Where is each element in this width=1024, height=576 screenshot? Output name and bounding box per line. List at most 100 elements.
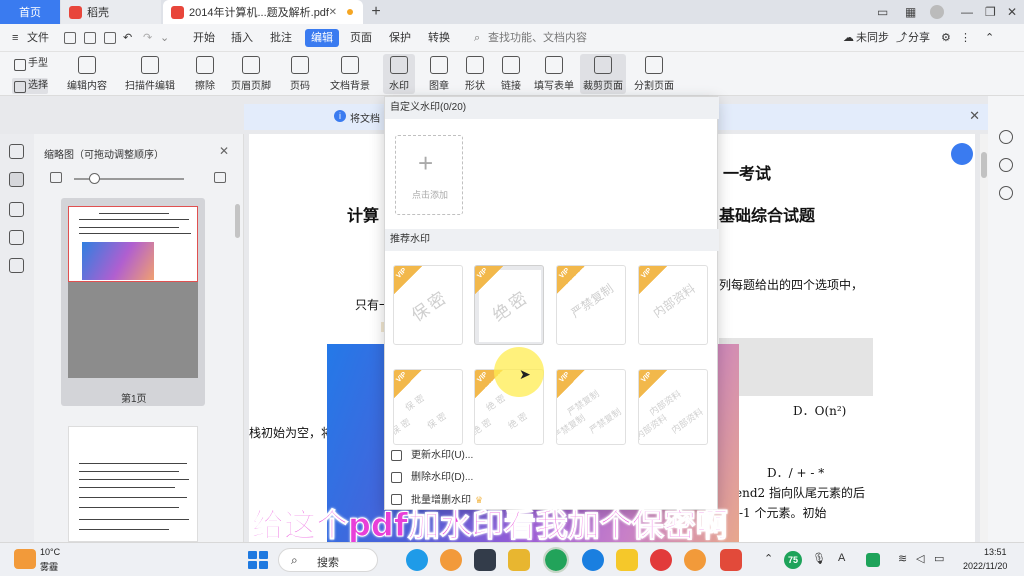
cloud-sync-icon[interactable]: ☁ xyxy=(843,29,854,47)
doc-background-button[interactable]: 文档背景 xyxy=(326,54,374,94)
taskbar-app-bulb-icon[interactable] xyxy=(406,549,428,571)
thumbnail-icon[interactable] xyxy=(9,172,24,187)
help-icon[interactable] xyxy=(999,158,1013,172)
scan-edit-button[interactable]: 扫描件编辑 xyxy=(122,54,178,94)
signature-icon[interactable] xyxy=(9,258,24,273)
undo-icon[interactable]: ↶ xyxy=(123,29,132,47)
thumbnail-page-1[interactable] xyxy=(68,206,198,378)
tab-daoke[interactable]: 稻壳 xyxy=(61,0,161,24)
start-button[interactable] xyxy=(248,551,268,569)
close-notification-icon[interactable]: ✕ xyxy=(969,108,980,124)
save-icon[interactable] xyxy=(84,32,96,44)
watermark-preset-internal[interactable]: 内部资料 VIP xyxy=(638,265,708,345)
menu-edit[interactable]: 编辑 xyxy=(305,29,339,47)
watermark-button[interactable]: 水印 xyxy=(383,54,415,94)
ai-assistant-icon[interactable] xyxy=(951,143,973,165)
redo-icon[interactable]: ↷ xyxy=(143,29,152,47)
menu-comment[interactable]: 批注 xyxy=(270,29,292,47)
zoom-out-image-icon[interactable] xyxy=(50,172,62,183)
tab-close-icon[interactable]: ✕ xyxy=(329,7,337,18)
open-folder-icon[interactable] xyxy=(64,32,76,44)
watermark-preset-no-copy-tiled[interactable]: 严禁复制 严禁复制 严禁复制 VIP xyxy=(556,369,626,445)
erase-button[interactable]: 擦除 xyxy=(188,54,222,94)
watermark-preset-no-copy[interactable]: 严禁复制 VIP xyxy=(556,265,626,345)
settings-icon[interactable]: ⚙ xyxy=(941,29,951,47)
shape-button[interactable]: 形状 xyxy=(460,54,490,94)
menu-file[interactable]: 文件 xyxy=(27,29,49,47)
tray-input-method[interactable]: A xyxy=(838,552,845,564)
thumbnail-scrollbar[interactable] xyxy=(235,204,240,238)
zoom-in-image-icon[interactable] xyxy=(214,172,226,183)
menu-page[interactable]: 页面 xyxy=(350,29,372,47)
battery-icon[interactable]: ▭ xyxy=(934,552,944,565)
taskbar-search[interactable]: ⌕ 搜索 xyxy=(278,548,378,572)
unsynced-label[interactable]: 未同步 xyxy=(856,29,889,47)
sidebar-toggle-icon[interactable] xyxy=(999,186,1013,200)
document-scrollbar-thumb[interactable] xyxy=(981,152,987,178)
grid-icon[interactable]: ▦ xyxy=(905,0,916,24)
taskbar-app-file-explorer-icon[interactable] xyxy=(474,549,496,571)
avatar[interactable] xyxy=(930,5,944,19)
wifi-icon[interactable]: ≋ xyxy=(898,552,907,565)
adjust-icon[interactable] xyxy=(999,130,1013,144)
watermark-preset-internal-tiled[interactable]: 内部资料 内部资料 内部资料 VIP xyxy=(638,369,708,445)
restore-icon[interactable]: ❐ xyxy=(985,0,996,24)
close-window-icon[interactable]: ✕ xyxy=(1007,0,1017,24)
print-icon[interactable] xyxy=(104,32,116,44)
taskbar-app-browser-icon[interactable] xyxy=(543,547,569,573)
select-tool-button[interactable]: 选择 xyxy=(12,78,48,94)
weather-description[interactable]: 雾霾 xyxy=(40,560,58,573)
attachment-icon[interactable] xyxy=(9,230,24,245)
minimize-icon[interactable]: — xyxy=(961,0,973,24)
taskbar-app-wps-icon[interactable] xyxy=(720,549,742,571)
document-scrollbar[interactable] xyxy=(980,134,988,542)
taskbar-app-k-icon[interactable] xyxy=(582,549,604,571)
share-button[interactable]: 分享 xyxy=(908,29,930,47)
feature-search-input[interactable]: 查找功能、文档内容 xyxy=(488,29,587,47)
zoom-slider-handle[interactable] xyxy=(89,173,100,184)
menu-convert[interactable]: 转换 xyxy=(428,29,450,47)
layout-icon[interactable]: ▭ xyxy=(877,0,888,24)
more-icon[interactable]: ⋮ xyxy=(960,29,971,47)
taskbar-app-record-icon[interactable] xyxy=(650,549,672,571)
new-tab-button[interactable]: + xyxy=(366,0,386,24)
comment-icon[interactable] xyxy=(9,202,24,217)
tray-microphone-icon[interactable]: 🎙 xyxy=(812,552,826,565)
edit-content-button[interactable]: 编辑内容 xyxy=(64,54,110,94)
crop-page-button[interactable]: 裁剪页面 xyxy=(580,54,626,94)
delete-watermark-item[interactable]: 删除水印(D)... xyxy=(391,469,473,487)
taskbar-app-search-orange-icon[interactable] xyxy=(440,549,462,571)
weather-temperature[interactable]: 10°C xyxy=(40,547,60,557)
watermark-preset-juemi[interactable]: 绝密 VIP xyxy=(474,265,544,345)
tray-security-badge[interactable]: 75 xyxy=(784,551,802,569)
volume-icon[interactable]: ◁ xyxy=(916,552,924,565)
tab-document[interactable]: 2014年计算机...题及解析.pdf ✕ xyxy=(163,0,363,24)
split-page-button[interactable]: 分割页面 xyxy=(632,54,676,94)
stamp-button[interactable]: 图章 xyxy=(424,54,454,94)
bookmark-icon[interactable] xyxy=(9,144,24,159)
link-button[interactable]: 链接 xyxy=(496,54,526,94)
menu-insert[interactable]: 插入 xyxy=(231,29,253,47)
hamburger-icon[interactable]: ≡ xyxy=(12,29,18,47)
page-number-button[interactable]: 页码 xyxy=(285,54,315,94)
taskbar-app-search2-icon[interactable] xyxy=(684,549,706,571)
menu-protect[interactable]: 保护 xyxy=(389,29,411,47)
update-watermark-item[interactable]: 更新水印(U)... xyxy=(391,447,473,465)
tray-app-icon[interactable] xyxy=(866,553,880,567)
share-icon[interactable]: ⤴ xyxy=(896,29,907,47)
more-chevron-icon[interactable]: ⌄ xyxy=(160,29,169,47)
watermark-preset-baomi-tiled[interactable]: 保 密 保 密 保 密 VIP xyxy=(393,369,463,445)
add-custom-watermark-button[interactable]: + 点击添加 xyxy=(395,135,463,215)
close-panel-icon[interactable]: ✕ xyxy=(219,144,229,158)
taskbar-app-folder-icon[interactable] xyxy=(508,549,530,571)
tab-home[interactable]: 首页 xyxy=(0,0,60,24)
thumbnail-page-2[interactable] xyxy=(68,426,198,542)
watermark-preset-baomi[interactable]: 保密 VIP xyxy=(393,265,463,345)
weather-icon[interactable] xyxy=(14,549,36,569)
tray-chevron-icon[interactable]: ⌃ xyxy=(764,552,773,565)
menu-start[interactable]: 开始 xyxy=(193,29,215,47)
collapse-ribbon-icon[interactable]: ⌃ xyxy=(985,29,994,47)
header-footer-button[interactable]: 页眉页脚 xyxy=(228,54,274,94)
clock-date[interactable]: 2022/11/20 xyxy=(963,561,1007,571)
taskbar-app-sticky-icon[interactable] xyxy=(616,549,638,571)
